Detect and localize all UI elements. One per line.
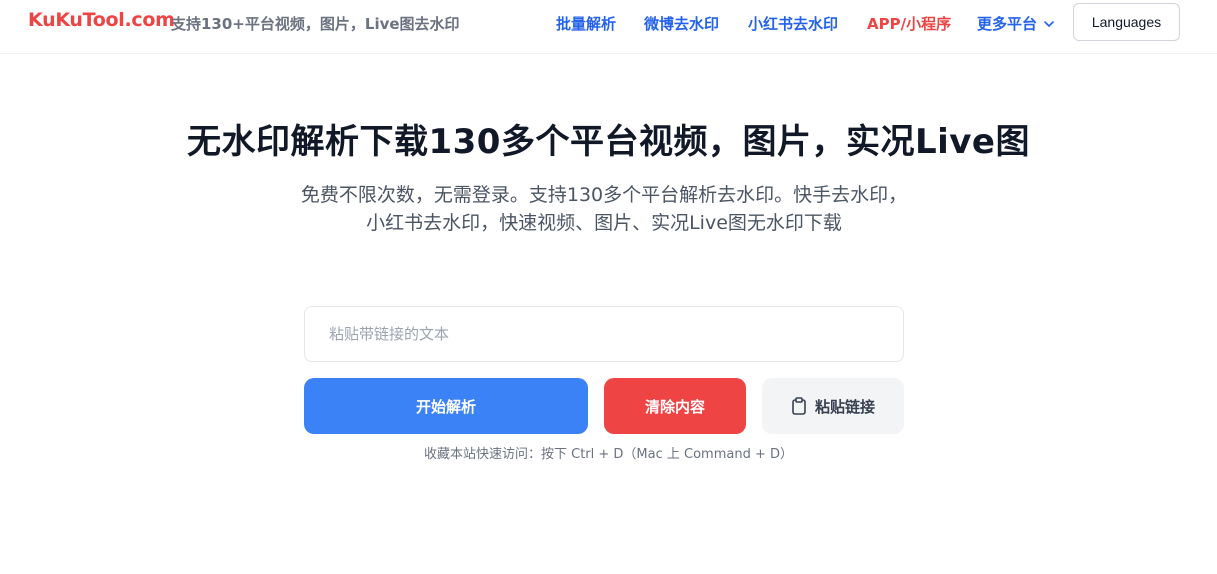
nav-xiaohongshu[interactable]: 小红书去水印	[748, 13, 838, 34]
nav-weibo[interactable]: 微博去水印	[644, 13, 719, 34]
top-header: KuKuTool.com 支持130+平台视频，图片，Live图去水印 批量解析…	[0, 0, 1217, 54]
bookmark-hint: 收藏本站快速访问：按下 Ctrl + D（Mac 上 Command + D）	[423, 447, 793, 462]
languages-button[interactable]: Languages	[1073, 3, 1180, 41]
nav-app-miniprogram[interactable]: APP/小程序	[867, 13, 951, 34]
link-text-input[interactable]	[304, 306, 904, 362]
page-title: 无水印解析下载130多个平台视频，图片，实况Live图	[186, 122, 1030, 162]
site-logo[interactable]: KuKuTool.com	[28, 9, 175, 31]
nav-more-platforms[interactable]: 更多平台	[977, 13, 1055, 34]
chevron-down-icon	[1044, 20, 1054, 27]
paste-link-label: 粘贴链接	[814, 397, 875, 416]
nav-more-label: 更多平台	[977, 15, 1038, 33]
site-tagline: 支持130+平台视频，图片，Live图去水印	[171, 15, 460, 33]
paste-link-button[interactable]: 粘贴链接	[762, 378, 904, 434]
nav-batch-parse[interactable]: 批量解析	[556, 13, 616, 34]
clipboard-icon	[792, 397, 806, 415]
clear-content-button[interactable]: 清除内容	[604, 378, 746, 434]
page-subtitle: 免费不限次数，无需登录。支持130多个平台解析去水印。快手去水印，小红书去水印，…	[300, 184, 908, 234]
start-parse-button[interactable]: 开始解析	[304, 378, 588, 434]
